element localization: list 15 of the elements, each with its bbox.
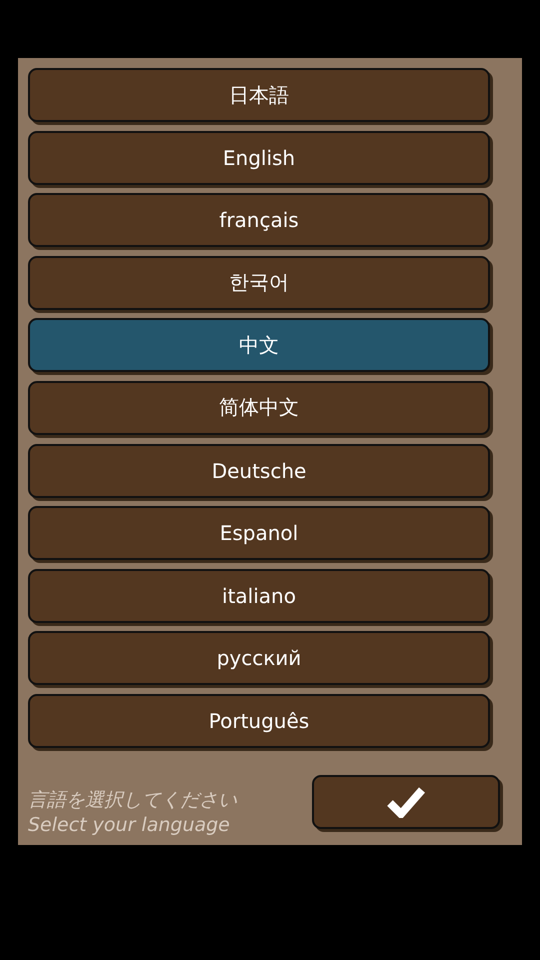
language-button[interactable]: 简体中文: [28, 380, 490, 435]
language-button[interactable]: Espanol: [28, 506, 490, 560]
language-button[interactable]: 日本語: [28, 68, 490, 122]
language-button[interactable]: English: [28, 130, 490, 185]
language-button[interactable]: italiano: [28, 568, 490, 623]
language-button[interactable]: 中文: [28, 318, 490, 372]
confirm-button[interactable]: [312, 774, 500, 829]
checkmark-icon: [387, 786, 425, 818]
prompt-text: Select your language: [28, 812, 231, 838]
language-button[interactable]: русский: [28, 631, 490, 686]
language-button[interactable]: 한국어: [28, 256, 490, 310]
prompt-text: 言語を選択してください: [28, 788, 238, 813]
language-button[interactable]: français: [28, 193, 490, 248]
language-button[interactable]: Deutsche: [28, 444, 490, 498]
language-button[interactable]: Português: [28, 694, 490, 748]
